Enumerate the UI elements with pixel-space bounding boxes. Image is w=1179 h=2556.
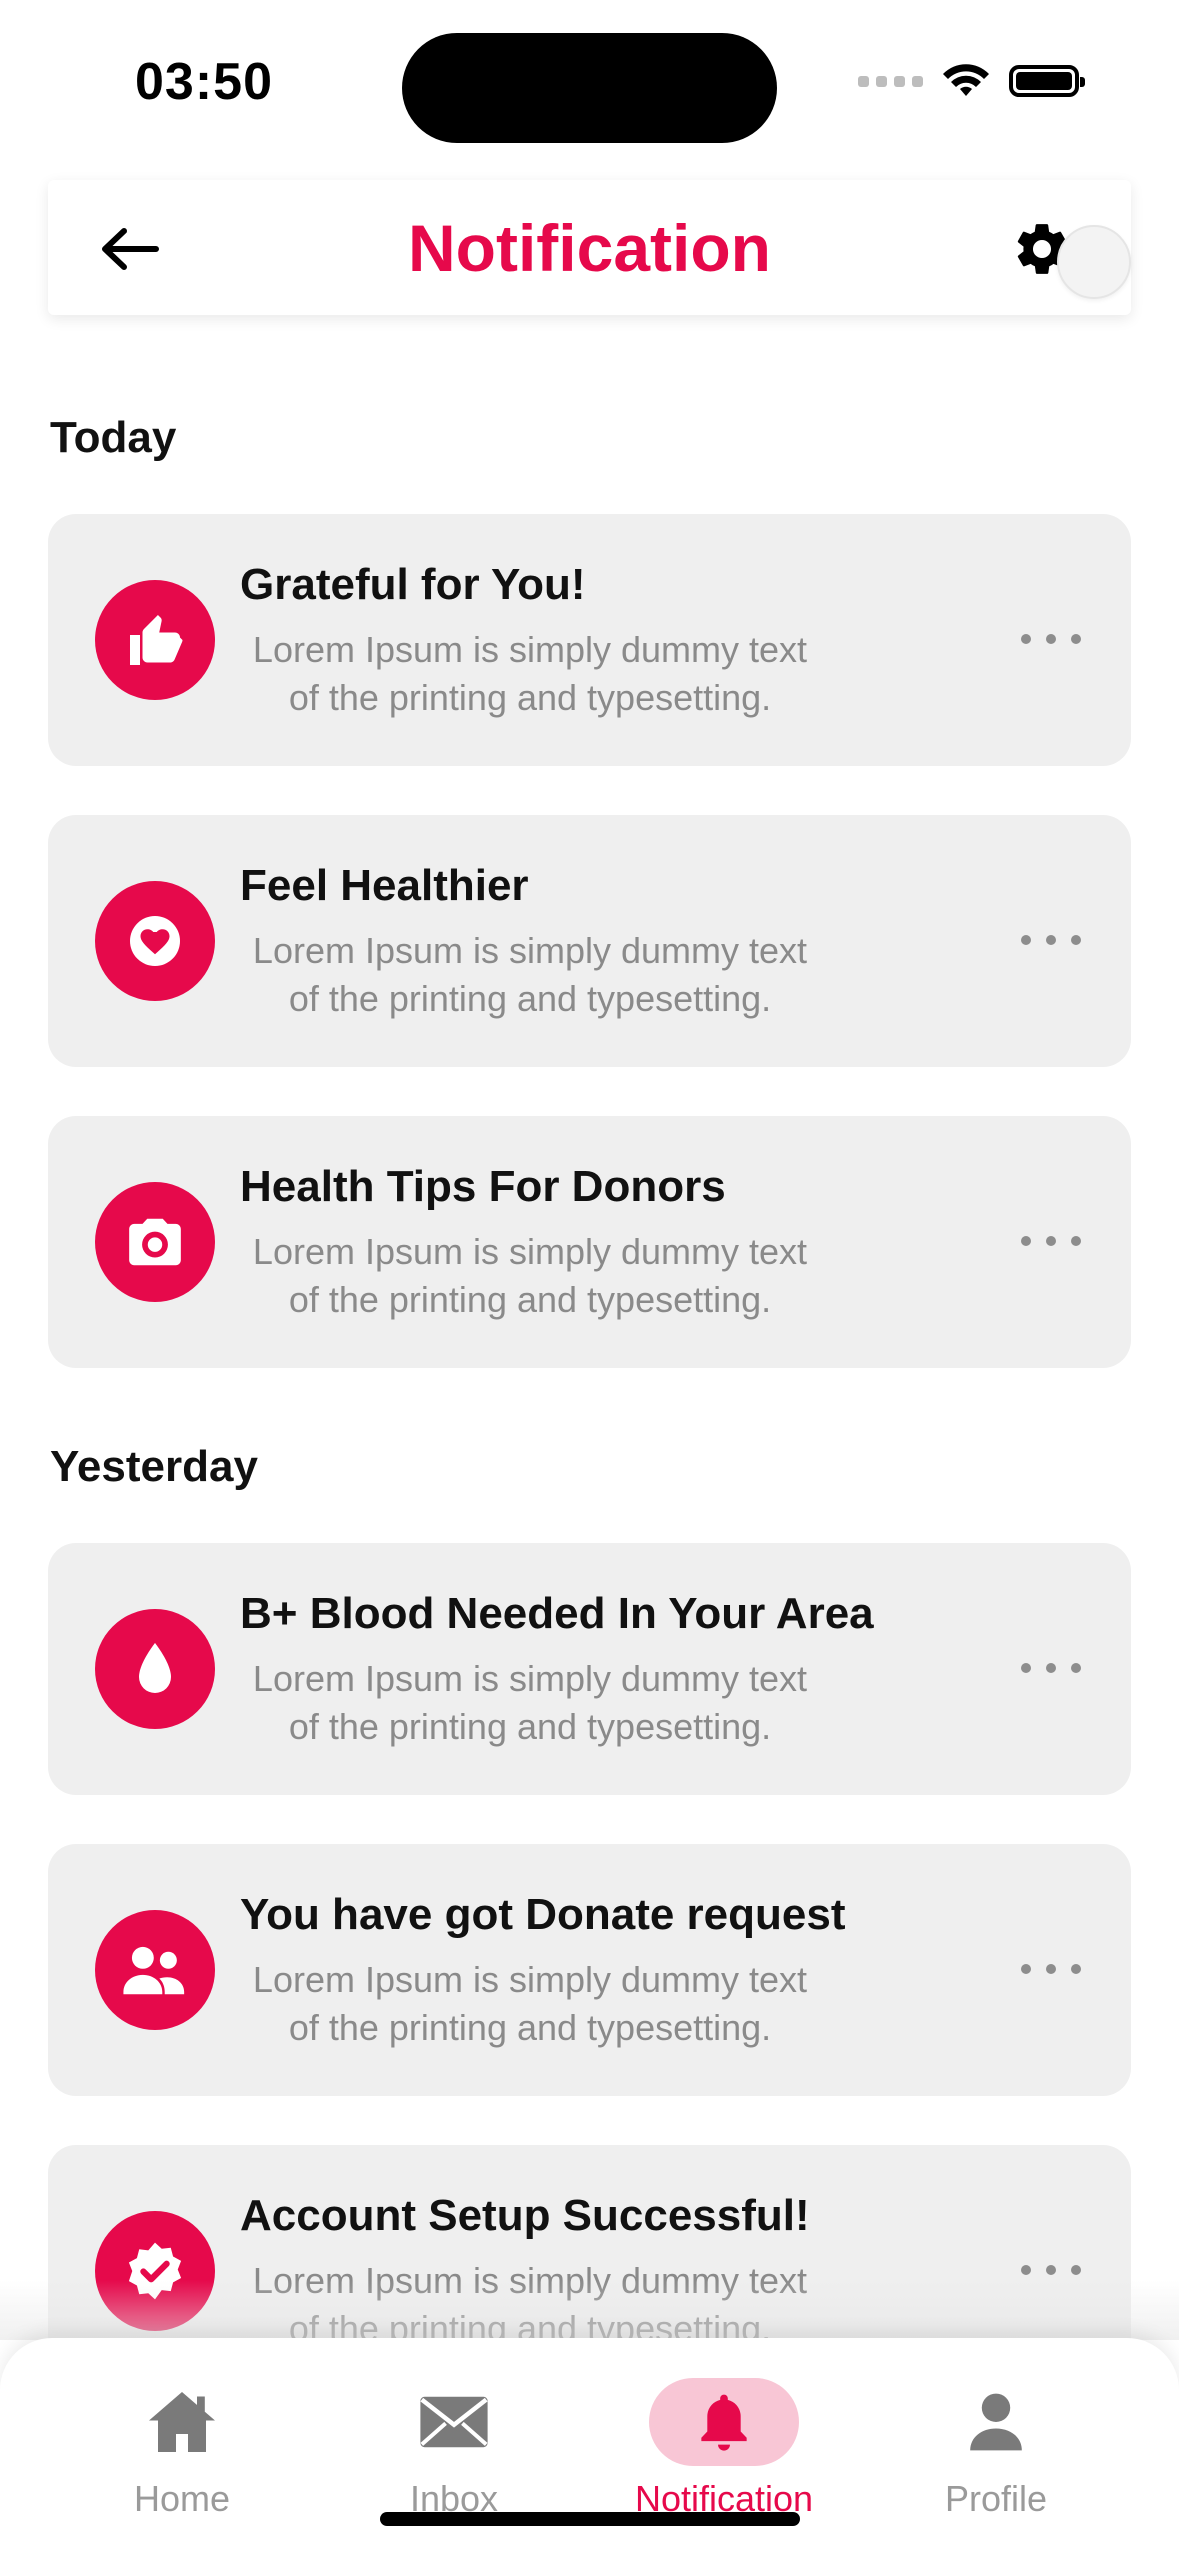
notification-title: Account Setup Successful! [240,2191,810,2240]
more-options-icon[interactable] [1021,1651,1081,1685]
app-header: Notification [48,180,1131,315]
scroll-fade [0,2280,1179,2340]
notification-card[interactable]: B+ Blood Needed In Your Area Lorem Ipsum… [48,1543,1131,1795]
nav-label: Profile [944,2478,1048,2519]
notification-title: You have got Donate request [240,1890,846,1939]
status-icons [858,62,1085,100]
bell-icon [701,2394,747,2451]
nav-item-home[interactable]: Home [72,2378,292,2528]
section-title-today: Today [50,413,177,462]
nav-item-notification[interactable]: Notification [614,2378,834,2528]
wifi-icon [943,64,989,96]
blood-drop-icon [95,1609,215,1729]
notification-description: Lorem Ipsum is simply dummy text of the … [252,1959,808,2048]
notification-card[interactable]: Feel Healthier Lorem Ipsum is simply dum… [48,815,1131,1067]
home-indicator [380,2512,800,2526]
more-options-icon[interactable] [1021,622,1081,656]
camera-icon [95,1182,215,1302]
person-icon [970,2393,1022,2451]
notification-screen: 03:50 Notification Today Grateful for Yo… [0,0,1179,2556]
notification-title: Grateful for You! [240,560,586,609]
heart-circle-icon [95,881,215,1001]
notification-title: Feel Healthier [240,861,529,910]
settings-toggle-knob[interactable] [1057,225,1131,299]
notification-title: Health Tips For Donors [240,1162,726,1211]
notification-title: B+ Blood Needed In Your Area [240,1589,874,1638]
more-options-icon[interactable] [1021,1224,1081,1258]
notification-description: Lorem Ipsum is simply dummy text of the … [252,629,808,718]
notification-card[interactable]: You have got Donate request Lorem Ipsum … [48,1844,1131,2096]
notification-card[interactable]: Health Tips For Donors Lorem Ipsum is si… [48,1116,1131,1368]
envelope-icon [420,2396,488,2448]
status-bar: 03:50 [0,0,1179,170]
battery-icon [1009,65,1085,97]
users-icon [95,1910,215,2030]
notification-description: Lorem Ipsum is simply dummy text of the … [252,930,808,1019]
nav-label: Home [133,2478,231,2519]
thumbs-up-icon [95,580,215,700]
more-options-icon[interactable] [1021,1952,1081,1986]
nav-item-profile[interactable]: Profile [886,2378,1106,2528]
more-options-icon[interactable] [1021,923,1081,957]
dynamic-island [402,33,777,143]
page-title: Notification [408,211,771,285]
home-icon [149,2392,215,2452]
notification-description: Lorem Ipsum is simply dummy text of the … [252,1231,808,1320]
cellular-signal-icon [858,75,923,87]
status-time: 03:50 [135,53,273,111]
notification-card[interactable]: Grateful for You! Lorem Ipsum is simply … [48,514,1131,766]
nav-item-inbox[interactable]: Inbox [344,2378,564,2528]
section-title-yesterday: Yesterday [50,1442,258,1491]
notification-description: Lorem Ipsum is simply dummy text of the … [252,1658,808,1747]
